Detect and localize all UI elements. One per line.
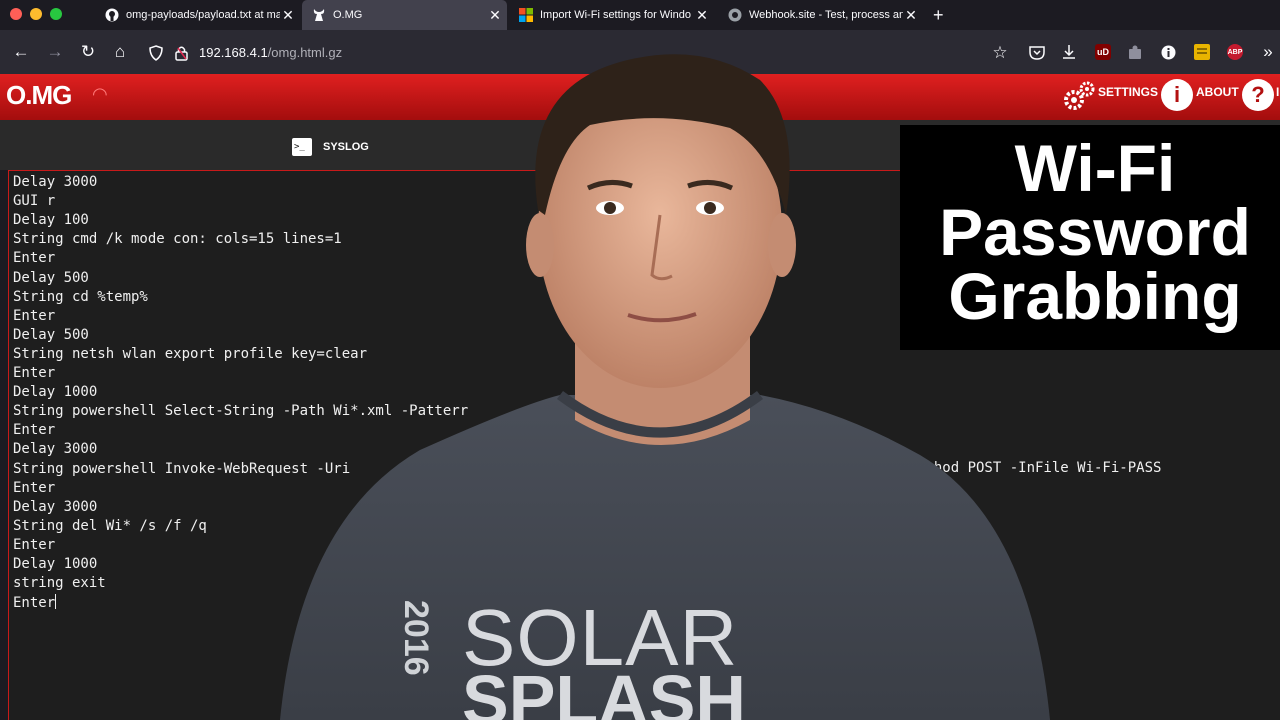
title-line-2: Password xyxy=(939,195,1251,269)
title-card: Wi-Fi Password Grabbing xyxy=(900,125,1280,350)
title-line-1: Wi-Fi xyxy=(1014,131,1176,205)
shirt-line2-text: SPLASH xyxy=(462,661,746,720)
shirt-year-text: 2016 xyxy=(397,600,435,676)
title-line-3: Grabbing xyxy=(948,259,1242,333)
